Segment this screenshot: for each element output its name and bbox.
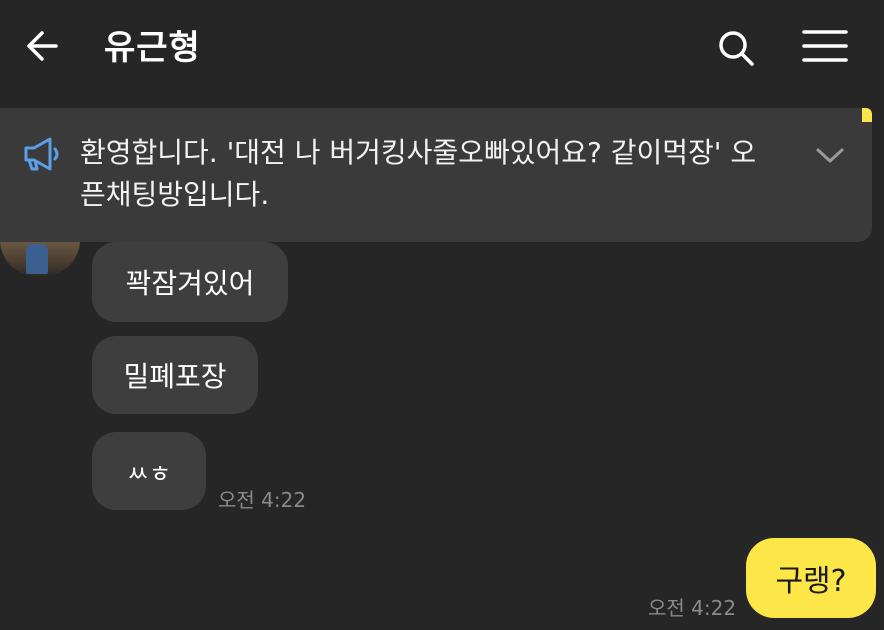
avatar-image (0, 240, 80, 276)
menu-button[interactable] (798, 22, 852, 70)
my-message-text: 구랭? (775, 564, 847, 599)
message-timestamp: 오전 4:22 (218, 488, 307, 512)
notice-text: 환영합니다. '대전 나 버거킹사줄오빠있어요? 같이먹장' 오픈채팅방입니다. (80, 136, 757, 211)
search-icon (719, 31, 754, 66)
back-arrow-icon (27, 31, 58, 61)
notice-highlight-edge (862, 108, 872, 122)
chat-header: 유근형 (0, 0, 884, 92)
message-bubble[interactable]: ㅆㅎ (92, 432, 206, 510)
megaphone-icon (24, 137, 59, 171)
avatar[interactable] (0, 240, 80, 276)
search-button[interactable] (712, 24, 760, 72)
menu-icon (802, 30, 848, 62)
message-text: ㅆㅎ (126, 459, 172, 488)
my-message-bubble[interactable]: 구랭? (746, 538, 876, 618)
chevron-down-icon[interactable] (812, 140, 848, 170)
chat-room-title: 유근형 (104, 28, 201, 68)
avatar-figure (26, 244, 48, 274)
message-text: 꽉잠겨있어 (125, 267, 255, 300)
my-message-timestamp: 오전 4:22 (648, 596, 737, 620)
message-text: 밀폐포장 (123, 360, 227, 393)
message-bubble[interactable]: 꽉잠겨있어 (92, 242, 288, 322)
message-bubble[interactable]: 밀폐포장 (92, 336, 258, 414)
back-button[interactable] (18, 22, 66, 70)
